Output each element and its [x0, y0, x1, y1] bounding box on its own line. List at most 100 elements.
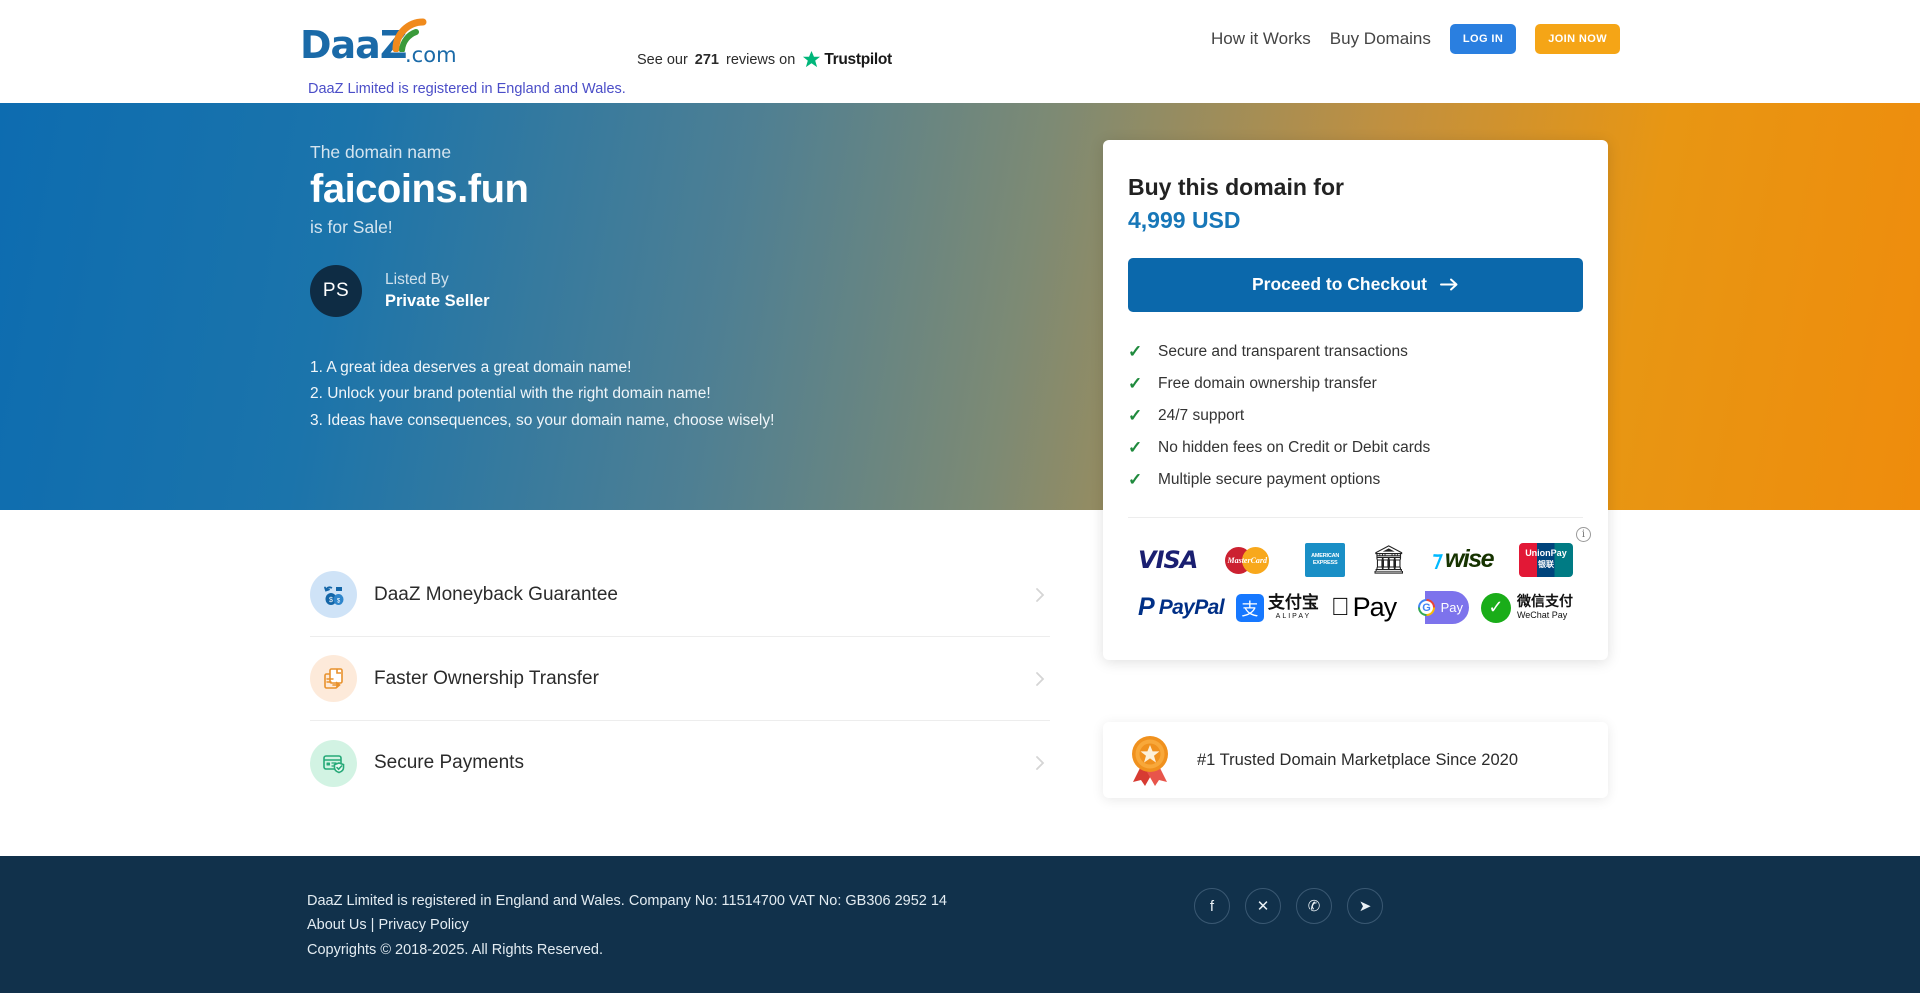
feature-row-moneyback[interactable]: $ $ DaaZ Moneyback Guarantee: [310, 553, 1050, 637]
apple-pay-label: Pay: [1353, 592, 1397, 623]
registration-note: DaaZ Limited is registered in England an…: [308, 81, 626, 97]
wise-mark: ⁊: [1430, 547, 1445, 572]
feature-row-transfer[interactable]: Faster Ownership Transfer: [310, 637, 1050, 721]
benefit-label: Multiple secure payment options: [1158, 471, 1380, 489]
footer-social-links: f ✕ ✆ ➤: [1194, 888, 1383, 924]
feature-accordion: $ $ DaaZ Moneyback Guarantee F: [310, 553, 1050, 805]
benefit-label: 24/7 support: [1158, 407, 1244, 425]
chevron-right-icon[interactable]: [1030, 753, 1050, 773]
unionpay-label-en: UnionPay: [1525, 549, 1567, 559]
trust-suffix: reviews on: [726, 52, 795, 68]
trusted-marketplace-card: #1 Trusted Domain Marketplace Since 2020: [1103, 722, 1608, 798]
payment-row-1: VISA MasterCard AMERICAN EXPRESS 🏛 ⁊ wis…: [1138, 536, 1573, 584]
trustpilot-logo: Trustpilot: [802, 50, 892, 69]
telegram-icon[interactable]: ➤: [1347, 888, 1383, 924]
moneyback-icon: $ $: [310, 571, 357, 618]
transfer-icon: [310, 655, 357, 702]
alipay-label-en: ALIPAY: [1268, 613, 1319, 620]
amex-icon: AMERICAN EXPRESS: [1305, 543, 1345, 577]
benefit-item: ✓ 24/7 support: [1128, 403, 1583, 429]
feature-title: Secure Payments: [374, 752, 1030, 774]
seller-info: PS Listed By Private Seller: [310, 265, 774, 317]
feature-row-secure-payments[interactable]: Secure Payments: [310, 721, 1050, 805]
visa-icon: VISA: [1138, 546, 1197, 574]
alipay-icon: 支 支付宝 ALIPAY: [1236, 594, 1319, 622]
wise-label: wise: [1445, 545, 1493, 574]
x-twitter-icon[interactable]: ✕: [1245, 888, 1281, 924]
paypal-mark: P: [1138, 593, 1155, 622]
mastercard-label: MasterCard: [1227, 556, 1267, 565]
amex-label: AMERICAN EXPRESS: [1305, 553, 1345, 567]
hero-eyebrow: The domain name: [310, 142, 774, 163]
arrow-right-icon: [1440, 277, 1459, 292]
trust-prefix: See our: [637, 52, 688, 68]
hero-bullets: 1. A great idea deserves a great domain …: [310, 358, 774, 431]
apple-pay-icon:  Pay: [1331, 592, 1396, 623]
secure-payment-icon: [310, 740, 357, 787]
benefit-label: Free domain ownership transfer: [1158, 375, 1377, 393]
wechat-check-icon: ✓: [1481, 593, 1511, 623]
proceed-to-checkout-button[interactable]: Proceed to Checkout: [1128, 258, 1583, 312]
google-pay-label: Pay: [1441, 600, 1463, 615]
alipay-text: 支付宝 ALIPAY: [1268, 595, 1319, 620]
google-pay-icon: Pay: [1408, 591, 1469, 624]
mastercard-icon: MasterCard: [1223, 543, 1279, 577]
check-icon: ✓: [1128, 406, 1142, 426]
checkout-label: Proceed to Checkout: [1252, 274, 1427, 295]
apple-logo-icon: : [1331, 595, 1350, 620]
seller-name: Private Seller: [385, 290, 490, 312]
site-header: DaaZ .com DaaZ Limited is registered in …: [0, 0, 1920, 103]
bank-transfer-icon: 🏛: [1371, 546, 1407, 574]
join-now-button[interactable]: JOIN NOW: [1535, 24, 1620, 54]
check-icon: ✓: [1128, 342, 1142, 362]
buy-domain-card: Buy this domain for 4,999 USD Proceed to…: [1103, 140, 1608, 660]
footer-left: DaaZ Limited is registered in England an…: [307, 892, 947, 965]
hero-for-sale-text: is for Sale!: [310, 217, 774, 238]
hero-section: The domain name faicoins.fun is for Sale…: [0, 103, 1920, 510]
payment-row-2: P PayPal 支 支付宝 ALIPAY  Pay: [1138, 584, 1573, 632]
nav-how-it-works[interactable]: How it Works: [1211, 29, 1311, 49]
seller-meta: Listed By Private Seller: [385, 270, 490, 312]
alipay-mark: 支: [1236, 594, 1264, 622]
wechat-label-en: WeChat Pay: [1517, 610, 1573, 621]
feature-title: DaaZ Moneyback Guarantee: [374, 584, 1030, 606]
page-title: faicoins.fun: [310, 165, 774, 214]
footer-privacy-policy-link[interactable]: Privacy Policy: [378, 917, 468, 933]
benefit-item: ✓ Free domain ownership transfer: [1128, 371, 1583, 397]
daaz-logo[interactable]: DaaZ .com: [300, 12, 450, 64]
list-item: 1. A great idea deserves a great domain …: [310, 358, 774, 378]
buy-card-title: Buy this domain for: [1128, 173, 1583, 202]
chevron-right-icon[interactable]: [1030, 585, 1050, 605]
wechat-pay-icon: ✓ 微信支付 WeChat Pay: [1481, 593, 1573, 623]
wise-icon: ⁊ wise: [1432, 545, 1493, 574]
trustpilot-widget[interactable]: See our 271 reviews on Trustpilot: [637, 50, 892, 69]
domain-price: 4,999 USD: [1128, 207, 1583, 234]
login-button[interactable]: LOG IN: [1450, 24, 1516, 54]
wechat-text: 微信支付 WeChat Pay: [1517, 595, 1573, 620]
avatar: PS: [310, 265, 362, 317]
hero-content: The domain name faicoins.fun is for Sale…: [310, 142, 774, 438]
award-ribbon-icon: [1127, 734, 1175, 786]
benefit-label: Secure and transparent transactions: [1158, 343, 1408, 361]
svg-text:$: $: [329, 597, 333, 604]
payment-divider: i: [1128, 517, 1583, 518]
wechat-label-cn: 微信支付: [1517, 595, 1573, 610]
benefit-item: ✓ No hidden fees on Credit or Debit card…: [1128, 435, 1583, 461]
trust-review-count: 271: [695, 52, 719, 68]
facebook-icon[interactable]: f: [1194, 888, 1230, 924]
unionpay-label-cn: 银联: [1538, 559, 1554, 570]
nav-buy-domains[interactable]: Buy Domains: [1330, 29, 1431, 49]
listed-by-label: Listed By: [385, 270, 490, 290]
whatsapp-icon[interactable]: ✆: [1296, 888, 1332, 924]
chevron-right-icon[interactable]: [1030, 669, 1050, 689]
list-item: 2. Unlock your brand potential with the …: [310, 384, 774, 404]
footer-copyright: Copyrights © 2018-2025. All Rights Reser…: [307, 941, 947, 959]
check-icon: ✓: [1128, 470, 1142, 490]
benefit-item: ✓ Secure and transparent transactions: [1128, 339, 1583, 365]
logo-arc-icon: [392, 18, 440, 52]
benefits-list: ✓ Secure and transparent transactions ✓ …: [1128, 339, 1583, 493]
benefit-item: ✓ Multiple secure payment options: [1128, 467, 1583, 493]
footer-about-us-link[interactable]: About Us: [307, 917, 367, 933]
payment-info-icon[interactable]: i: [1576, 527, 1591, 542]
footer-links: About Us | Privacy Policy: [307, 916, 947, 934]
